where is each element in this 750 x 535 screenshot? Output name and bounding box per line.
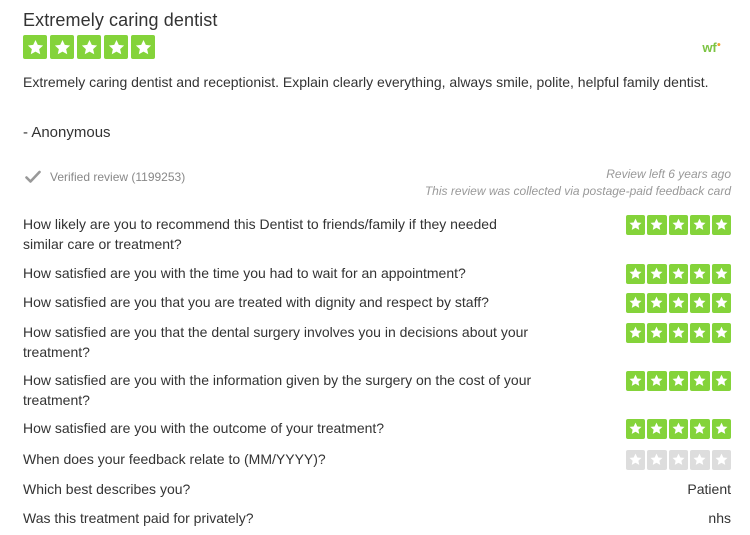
question-text: How likely are you to recommend this Den… xyxy=(23,216,497,252)
star-icon xyxy=(668,264,688,284)
star-icon xyxy=(647,450,667,470)
star-icon xyxy=(690,450,710,470)
star-icon xyxy=(690,293,710,313)
star-icon xyxy=(647,419,667,439)
star-icon xyxy=(711,264,731,284)
question-rating-stars xyxy=(625,419,731,439)
question-answer: Patient xyxy=(687,481,731,497)
star-icon xyxy=(50,35,74,59)
star-icon xyxy=(625,293,645,313)
star-icon xyxy=(647,323,667,343)
star-icon xyxy=(668,419,688,439)
wf-logo-icon[interactable]: wf● xyxy=(702,40,721,55)
question-row: How satisfied are you that the dental su… xyxy=(23,322,731,362)
question-text: How satisfied are you with the time you … xyxy=(23,265,466,281)
star-icon xyxy=(668,371,688,391)
collection-note: This review was collected via postage-pa… xyxy=(424,184,731,198)
star-icon xyxy=(625,371,645,391)
star-icon xyxy=(625,323,645,343)
star-icon xyxy=(690,371,710,391)
verified-review: Verified review (1199253) xyxy=(25,170,185,184)
question-rating-stars xyxy=(625,264,731,284)
star-icon xyxy=(711,323,731,343)
question-row: When does your feedback relate to (MM/YY… xyxy=(23,449,731,470)
question-text: Was this treatment paid for privately? xyxy=(23,510,254,526)
star-icon xyxy=(77,35,101,59)
question-rating-stars xyxy=(625,450,731,470)
review-title: Extremely caring dentist xyxy=(23,10,218,30)
star-icon xyxy=(647,264,667,284)
verified-review-label: Verified review (1199253) xyxy=(50,170,186,184)
question-rating-stars xyxy=(625,215,731,235)
question-text: Which best describes you? xyxy=(23,481,191,497)
question-row: How satisfied are you that you are treat… xyxy=(23,292,731,313)
question-row: How satisfied are you with the informati… xyxy=(23,370,731,410)
star-icon xyxy=(625,450,645,470)
question-text: How satisfied are you that you are treat… xyxy=(23,294,489,310)
wf-logo-text: wf xyxy=(702,40,717,55)
review-author: - Anonymous xyxy=(23,124,111,141)
star-icon xyxy=(647,215,667,235)
question-rating-stars xyxy=(625,293,731,313)
question-text: How satisfied are you that the dental su… xyxy=(23,324,529,360)
star-icon xyxy=(668,215,688,235)
review-body: Extremely caring dentist and receptionis… xyxy=(23,74,709,90)
star-icon xyxy=(647,371,667,391)
star-icon xyxy=(711,419,731,439)
question-text: How satisfied are you with the informati… xyxy=(23,372,532,408)
question-row: How likely are you to recommend this Den… xyxy=(23,214,731,254)
wf-logo-mark: ● xyxy=(716,41,721,49)
overall-rating-stars xyxy=(23,35,155,59)
star-icon xyxy=(104,35,128,59)
question-rating-stars xyxy=(625,371,731,391)
star-icon xyxy=(668,450,688,470)
star-icon xyxy=(625,215,645,235)
star-icon xyxy=(625,419,645,439)
question-row: Which best describes you? Patient xyxy=(23,479,731,499)
star-icon xyxy=(647,293,667,313)
question-row: Was this treatment paid for privately? n… xyxy=(23,508,731,528)
star-icon xyxy=(711,215,731,235)
star-icon xyxy=(23,35,47,59)
question-answer: nhs xyxy=(708,510,731,526)
review-meta: Review left 6 years ago This review was … xyxy=(425,166,731,200)
question-rating-stars xyxy=(625,323,731,343)
question-text: When does your feedback relate to (MM/YY… xyxy=(23,451,326,467)
question-row: How satisfied are you with the time you … xyxy=(23,263,731,284)
star-icon xyxy=(690,323,710,343)
star-icon xyxy=(711,293,731,313)
star-icon xyxy=(690,419,710,439)
question-row: How satisfied are you with the outcome o… xyxy=(23,418,731,439)
star-icon xyxy=(690,264,710,284)
star-icon xyxy=(625,264,645,284)
star-icon xyxy=(131,35,155,59)
star-icon xyxy=(668,293,688,313)
star-icon xyxy=(668,323,688,343)
star-icon xyxy=(711,371,731,391)
review-age: Review left 6 years ago xyxy=(606,167,731,181)
star-icon xyxy=(711,450,731,470)
checkmark-icon xyxy=(25,170,41,183)
question-text: How satisfied are you with the outcome o… xyxy=(23,420,385,436)
star-icon xyxy=(690,215,710,235)
